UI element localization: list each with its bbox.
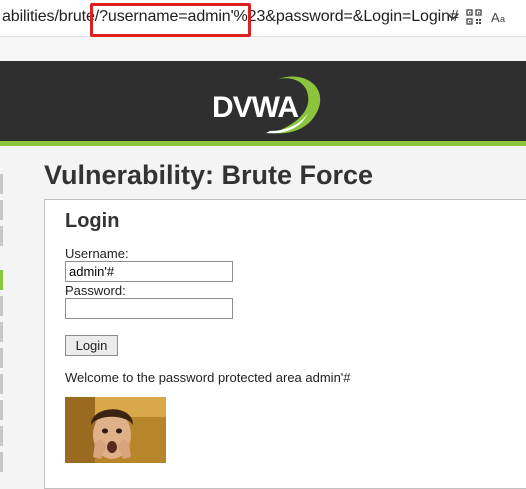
chevron-down-icon[interactable] xyxy=(444,9,462,27)
login-heading: Login xyxy=(65,210,120,232)
page-title: Vulnerability: Brute Force xyxy=(44,160,374,190)
password-input[interactable] xyxy=(65,298,233,319)
site-header: DVWA xyxy=(0,61,526,141)
username-label: Username: xyxy=(65,246,129,261)
dvwa-logo[interactable]: DVWA xyxy=(210,69,330,137)
sidebar-item[interactable] xyxy=(0,296,3,316)
reader-mode-icon[interactable]: Aa xyxy=(490,9,508,27)
url-highlight-box xyxy=(90,3,251,37)
svg-text:A: A xyxy=(491,10,500,25)
user-avatar-photo xyxy=(65,397,166,463)
sidebar-item[interactable] xyxy=(0,452,3,472)
sidebar-item[interactable] xyxy=(0,348,3,368)
page-top-strip xyxy=(0,37,526,61)
header-accent-line xyxy=(0,141,526,146)
logo-text: DVWA xyxy=(212,91,298,124)
sidebar-item[interactable] xyxy=(0,200,3,220)
svg-text:a: a xyxy=(500,14,505,24)
username-input[interactable] xyxy=(65,261,233,282)
sidebar xyxy=(0,146,3,475)
welcome-message: Welcome to the password protected area a… xyxy=(65,370,351,385)
sidebar-item[interactable] xyxy=(0,374,3,394)
login-button[interactable]: Login xyxy=(65,335,118,356)
url-prefix: abilities/brute/ xyxy=(2,8,100,25)
qr-code-icon[interactable] xyxy=(465,9,483,27)
url-suffix: &password=&Login=Login# xyxy=(265,8,459,25)
address-bar[interactable]: abilities/brute/?username=admin'%23&pass… xyxy=(0,0,526,37)
sidebar-item[interactable] xyxy=(0,426,3,446)
sidebar-item[interactable] xyxy=(0,174,3,194)
password-label: Password: xyxy=(65,283,126,298)
sidebar-item[interactable] xyxy=(0,322,3,342)
sidebar-item[interactable] xyxy=(0,400,3,420)
sidebar-item[interactable] xyxy=(0,226,3,246)
sidebar-item-active[interactable] xyxy=(0,270,3,290)
login-panel: Login Username: Password: Login Welcome … xyxy=(44,199,526,489)
